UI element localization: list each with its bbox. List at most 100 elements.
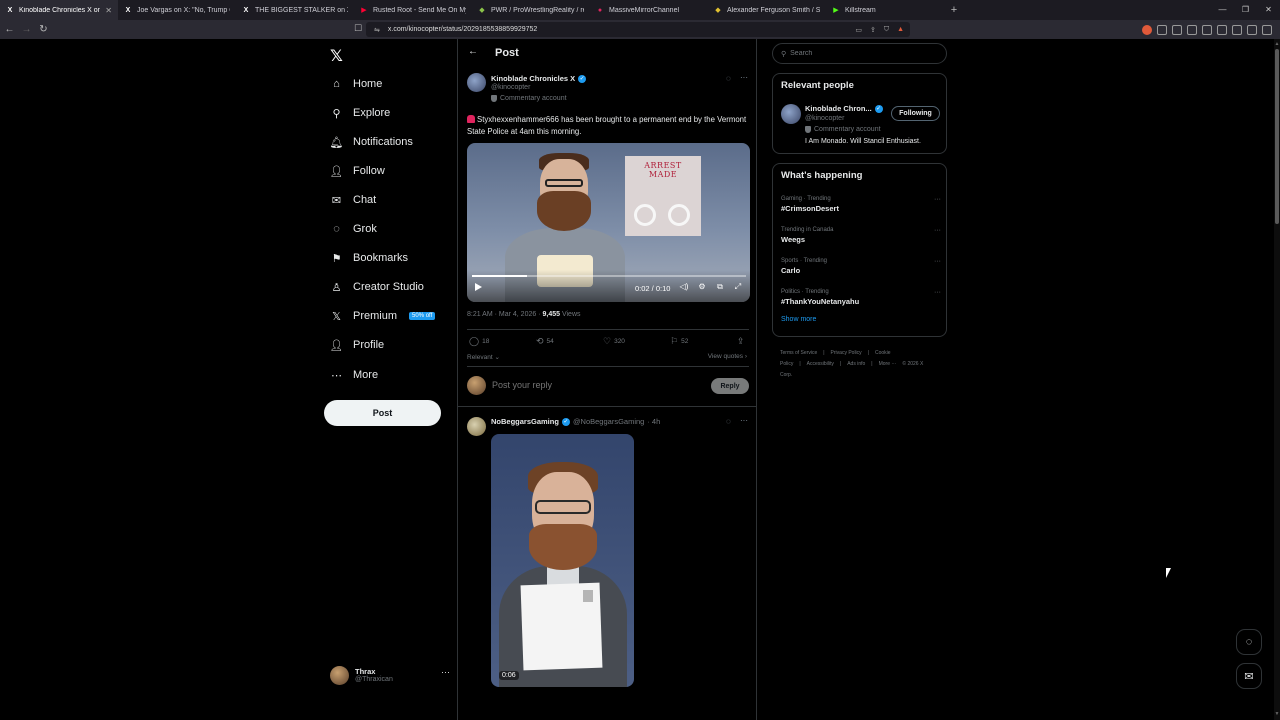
browser-tab[interactable]: X THE BIGGEST STALKER on X: "COG H xyxy=(236,0,354,20)
grok-icon[interactable]: ◌ xyxy=(726,417,731,426)
reply-input[interactable] xyxy=(492,380,692,390)
extension-icon[interactable] xyxy=(1142,24,1152,35)
fullscreen-icon[interactable]: ⤢ xyxy=(733,282,743,292)
forward-icon[interactable]: → xyxy=(19,24,34,35)
back-arrow-icon[interactable]: ← xyxy=(468,46,478,57)
sidebar-item-follow[interactable]: 👤︎ Follow xyxy=(330,160,385,182)
like-action[interactable]: ♡ 320 xyxy=(603,336,625,347)
video-player[interactable]: ARREST MADE 0:02 / 0:10 ◁) ⚙ ⧉ ⤢ xyxy=(467,143,750,302)
reply-action[interactable]: ◯ 18 xyxy=(469,336,489,347)
more-dots-icon[interactable]: ··· xyxy=(441,667,450,677)
new-tab-icon[interactable]: + xyxy=(944,4,964,16)
share-action[interactable]: ⇪ xyxy=(737,336,745,347)
avatar[interactable] xyxy=(467,73,486,92)
trend-item[interactable]: Gaming · Trending #CrimsonDesert ··· xyxy=(781,196,941,213)
more-dots-icon[interactable]: ··· xyxy=(740,73,748,82)
footer-link[interactable]: More ··· xyxy=(879,361,897,367)
sidebar-item-grok[interactable]: ◌ Grok xyxy=(330,218,377,240)
tab-close-icon[interactable]: ✕ xyxy=(105,6,112,15)
reload-icon[interactable]: ↻ xyxy=(36,24,51,35)
extension-icon[interactable] xyxy=(1157,24,1167,35)
post-timestamp[interactable]: 8:21 AM · Mar 4, 2026 · xyxy=(467,311,542,318)
sidebar-item-bookmarks[interactable]: ⚑ Bookmarks xyxy=(330,247,408,269)
reply-author[interactable]: NoBeggarsGaming xyxy=(491,417,559,426)
extension-icon[interactable] xyxy=(1172,24,1182,35)
close-window-icon[interactable]: ✕ xyxy=(1257,0,1280,20)
relevant-person-handle[interactable]: @kinocopter xyxy=(805,115,844,122)
reply-handle[interactable]: @NoBeggarsGaming xyxy=(573,417,644,426)
grok-float-button[interactable]: ◌ xyxy=(1236,629,1262,655)
following-button[interactable]: Following xyxy=(891,106,940,121)
browser-tab[interactable]: ● MassiveMirrorChannel xyxy=(590,0,708,20)
browser-tab[interactable]: X Joe Vargas on X: "No, Trump CANNO xyxy=(118,0,236,20)
menu-icon[interactable] xyxy=(1262,24,1272,35)
scroll-up-icon[interactable]: ▲ xyxy=(1274,41,1280,47)
reply-button[interactable]: Reply xyxy=(711,378,749,394)
extension-icon[interactable] xyxy=(1232,24,1242,35)
url-bar[interactable]: ⇋ x.com/kinocopter/status/20291855388599… xyxy=(366,22,910,37)
volume-icon[interactable]: ◁) xyxy=(679,282,689,292)
sidebar-item-premium[interactable]: 𝕏 Premium 50% off xyxy=(330,305,436,327)
settings-icon[interactable] xyxy=(1247,24,1257,35)
settings-icon[interactable]: ⚙ xyxy=(697,282,707,292)
browser-tab[interactable]: ◆ Alexander Ferguson Smith / Sifu / Sif xyxy=(708,0,826,20)
post-button[interactable]: Post xyxy=(324,400,441,426)
sort-dropdown[interactable]: Relevant ⌄ xyxy=(467,353,500,361)
footer-link[interactable]: Ads info xyxy=(847,361,865,367)
sidebar-item-home[interactable]: ⌂ Home xyxy=(330,73,382,95)
footer-link[interactable]: Terms of Service xyxy=(780,350,817,356)
x-logo-icon[interactable]: 𝕏 xyxy=(330,46,343,66)
show-more-link[interactable]: Show more xyxy=(781,316,816,323)
search-input[interactable] xyxy=(790,50,931,57)
sidebar-item-chat[interactable]: ✉ Chat xyxy=(330,189,376,211)
browser-tab[interactable]: ▶ Killstream xyxy=(826,0,944,20)
sidebar-item-profile[interactable]: 👤︎ Profile xyxy=(330,334,385,356)
bookmark-page-icon[interactable]: ☐ xyxy=(354,23,362,34)
messages-float-button[interactable]: ✉ xyxy=(1236,663,1262,689)
music-icon[interactable] xyxy=(1187,24,1197,35)
repost-action[interactable]: ⟲ 54 xyxy=(536,336,554,347)
minimize-icon[interactable]: — xyxy=(1211,0,1234,20)
sidebar-toggle-icon[interactable] xyxy=(1202,24,1212,35)
sidebar-item-more[interactable]: ⋯ More xyxy=(330,364,378,386)
restore-icon[interactable]: ❐ xyxy=(1234,0,1257,20)
person-name[interactable]: Kinoblade Chron... xyxy=(805,104,872,113)
video-progress-bar[interactable] xyxy=(472,275,746,277)
wallet-icon[interactable] xyxy=(1217,24,1227,35)
footer-link[interactable]: Accessibility xyxy=(807,361,834,367)
grok-icon[interactable]: ◌ xyxy=(726,74,731,83)
avatar[interactable] xyxy=(781,104,801,124)
site-info-icon[interactable]: ⇋ xyxy=(374,26,380,34)
share-icon[interactable]: ⇪ xyxy=(870,26,876,34)
bookmark-action[interactable]: ⚐ 52 xyxy=(670,336,688,347)
post-author[interactable]: Kinoblade Chronicles X ✓ xyxy=(491,74,587,83)
shield-icon[interactable]: ⛉ xyxy=(884,26,889,34)
trend-item[interactable]: Politics · Trending #ThankYouNetanyahu ··· xyxy=(781,289,941,306)
scroll-down-icon[interactable]: ▼ xyxy=(1274,711,1280,717)
reader-view-icon[interactable]: ▭ xyxy=(855,26,862,34)
sidebar-item-explore[interactable]: ⚲ Explore xyxy=(330,102,390,124)
more-dots-icon[interactable]: ··· xyxy=(934,227,941,234)
sidebar-item-creator-studio[interactable]: ♙ Creator Studio xyxy=(330,276,424,298)
scrollbar[interactable]: ▲ ▼ xyxy=(1274,39,1280,720)
more-dots-icon[interactable]: ··· xyxy=(934,196,941,203)
play-icon[interactable] xyxy=(475,283,482,291)
relevant-person-name[interactable]: Kinoblade Chron... ✓ xyxy=(805,104,883,113)
account-switcher[interactable]: Thrax @Thraxican ··· xyxy=(330,663,450,687)
reply-time[interactable]: · 4h xyxy=(647,417,660,426)
browser-tab[interactable]: ◆ PWR / ProWrestlingReality / realpers xyxy=(472,0,590,20)
sidebar-item-notifications[interactable]: 🔔︎ Notifications xyxy=(330,131,413,153)
browser-tab[interactable]: X Kinoblade Chronicles X on X: " ✕ xyxy=(0,0,118,20)
search-box[interactable]: ⚲ xyxy=(772,43,947,64)
alert-icon[interactable]: ▲ xyxy=(897,26,904,33)
author-handle[interactable]: @kinocopter xyxy=(491,84,530,91)
trend-item[interactable]: Trending in Canada Weegs ··· xyxy=(781,227,941,244)
trend-item[interactable]: Sports · Trending Carlo ··· xyxy=(781,258,941,275)
footer-link[interactable]: Privacy Policy xyxy=(831,350,862,356)
scrollbar-thumb[interactable] xyxy=(1275,49,1279,224)
reply-video-player[interactable]: 0:06 xyxy=(491,434,634,687)
view-quotes-link[interactable]: View quotes › xyxy=(708,353,747,360)
more-dots-icon[interactable]: ··· xyxy=(934,258,941,265)
pip-icon[interactable]: ⧉ xyxy=(715,282,725,292)
author-name[interactable]: Kinoblade Chronicles X xyxy=(491,74,575,83)
